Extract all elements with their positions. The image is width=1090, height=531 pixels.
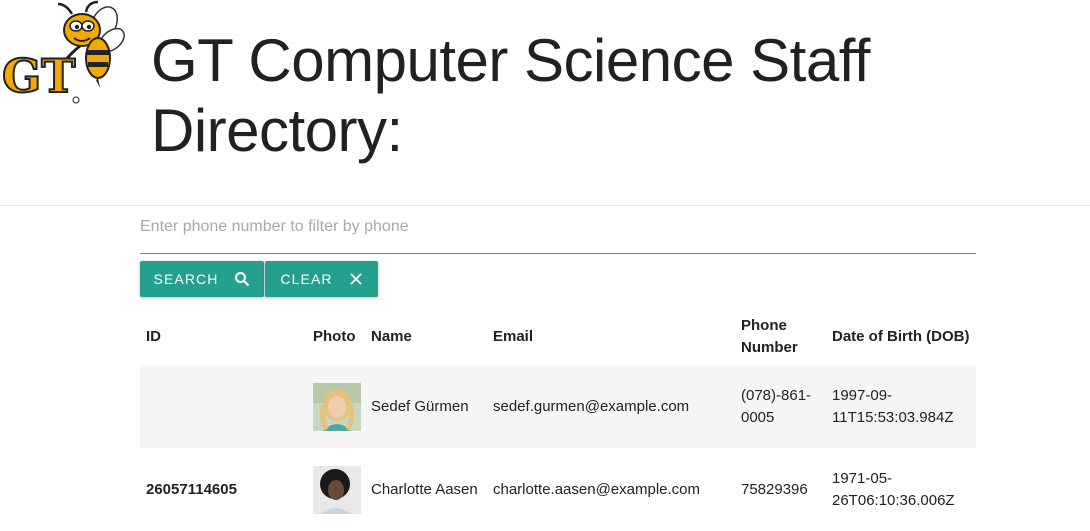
- search-button[interactable]: SEARCH: [140, 261, 264, 297]
- page-title: GT Computer Science Staff Directory:: [151, 27, 870, 164]
- column-header-email[interactable]: Email: [487, 309, 735, 365]
- page-header: GT GT Computer Science Staff Directory:: [0, 0, 1090, 206]
- clear-button-label: CLEAR: [280, 271, 333, 287]
- row-phone: (078)-861-0005: [735, 365, 826, 448]
- action-buttons: SEARCH CLEAR: [140, 261, 378, 297]
- column-header-phone[interactable]: Phone Number: [735, 309, 826, 365]
- avatar: [313, 382, 361, 431]
- row-photo-cell: [307, 365, 365, 448]
- column-header-photo[interactable]: Photo: [307, 309, 365, 365]
- row-email: charlotte.aasen@example.com: [487, 448, 735, 531]
- column-header-name[interactable]: Name: [365, 309, 487, 365]
- row-photo-cell: [307, 448, 365, 531]
- staff-table: ID Photo Name Email Phone Number Date of…: [140, 309, 976, 531]
- main-content: SEARCH CLEAR ID Photo: [140, 206, 976, 531]
- table-row[interactable]: Sedef Gürmen sedef.gurmen@example.com (0…: [140, 365, 976, 448]
- row-id: 26057114605: [140, 448, 307, 531]
- table-header-row: ID Photo Name Email Phone Number Date of…: [140, 309, 976, 365]
- column-header-dob[interactable]: Date of Birth (DOB): [826, 309, 976, 365]
- row-name: Sedef Gürmen: [365, 365, 487, 448]
- row-name: Charlotte Aasen: [365, 448, 487, 531]
- gt-logo-letters: GT: [2, 49, 76, 103]
- row-dob: 1997-09-11T15:53:03.984Z: [826, 365, 976, 448]
- gt-yellow-jacket-logo: GT: [1, 0, 125, 104]
- row-dob: 1971-05-26T06:10:36.006Z: [826, 448, 976, 531]
- clear-button[interactable]: CLEAR: [265, 261, 378, 297]
- table-row[interactable]: 26057114605 Charlotte Aasen charlotte.aa…: [140, 448, 976, 531]
- column-header-id[interactable]: ID: [140, 309, 307, 365]
- row-email: sedef.gurmen@example.com: [487, 365, 735, 448]
- row-id: [140, 365, 307, 448]
- avatar: [313, 465, 361, 514]
- search-button-label: SEARCH: [153, 271, 219, 287]
- phone-filter-input[interactable]: [140, 218, 976, 236]
- close-icon: [349, 273, 362, 285]
- search-field-wrapper: [140, 206, 976, 254]
- row-phone: 75829396: [735, 448, 826, 531]
- search-icon: [235, 272, 250, 287]
